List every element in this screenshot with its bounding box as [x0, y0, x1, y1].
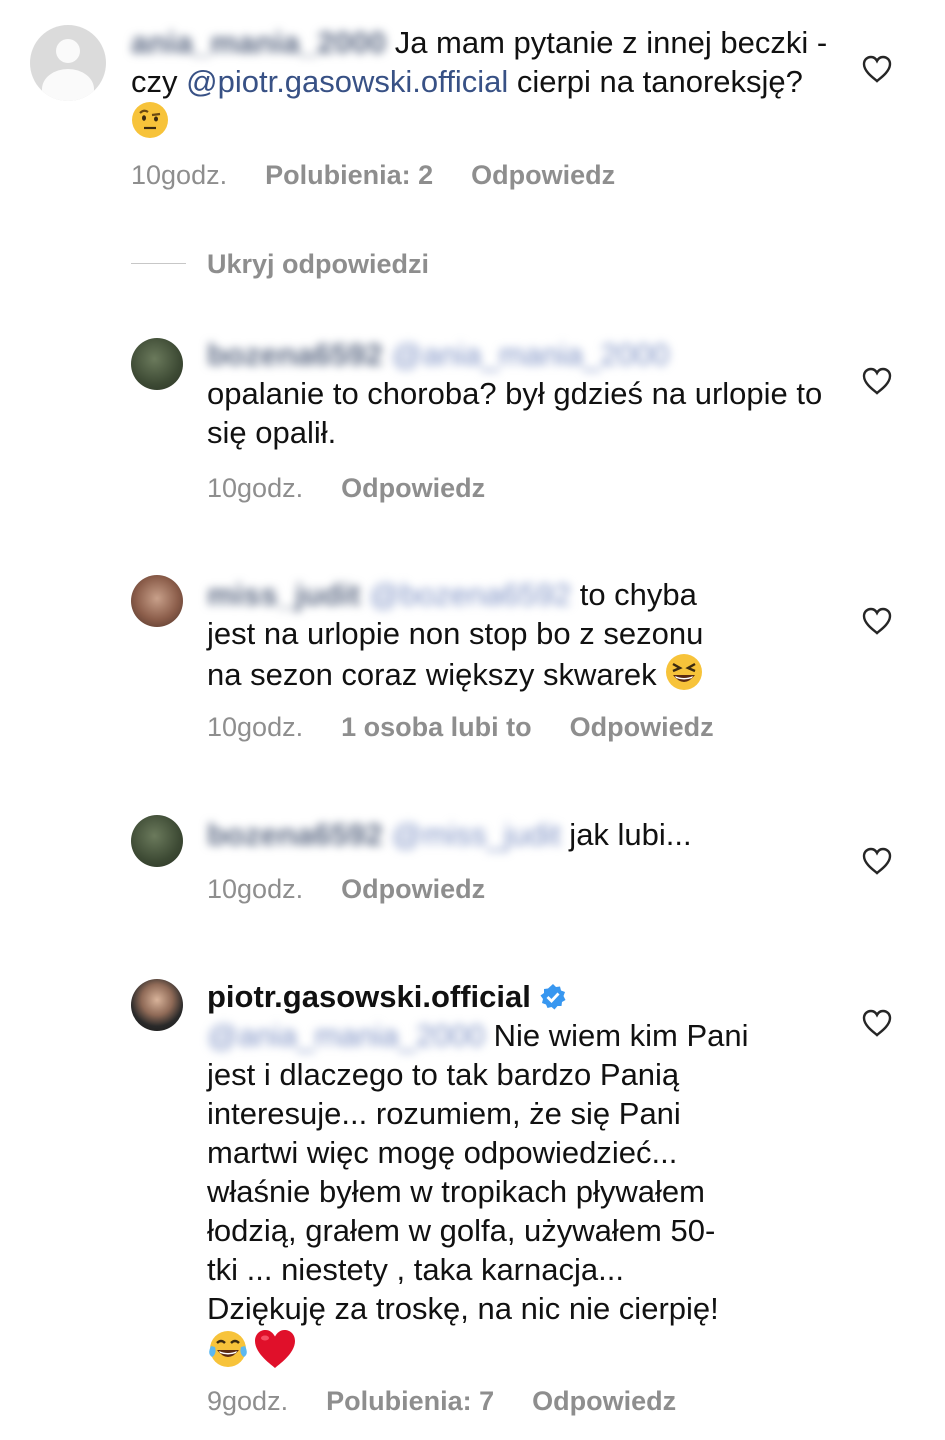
reply-4-line8: Dziękuję za troskę, na nic nie cierpię!: [207, 1291, 719, 1326]
reply-1-reply-button[interactable]: Odpowiedz: [341, 473, 485, 503]
reply-2-username[interactable]: miss_judit: [207, 577, 360, 612]
comment-1-time: 10godz.: [131, 160, 228, 190]
reply-4-line6: łodzią, grałem w golfa, używałem 50-: [207, 1213, 716, 1248]
reply-1-time: 10godz.: [207, 473, 304, 503]
reply-1-meta: 10godz. Odpowiedz: [207, 473, 523, 504]
reply-4-likes[interactable]: Polubienia: 7: [326, 1386, 494, 1416]
reply-2-reply-button[interactable]: Odpowiedz: [570, 712, 714, 742]
reply-4-line2: jest i dlaczego to tak bardzo Panią: [207, 1057, 680, 1092]
like-heart-icon[interactable]: [862, 847, 892, 875]
reply-2-time: 10godz.: [207, 712, 304, 742]
avatar[interactable]: [131, 338, 183, 390]
verified-badge-icon: [540, 984, 566, 1010]
raised-eyebrow-face-emoji: [132, 102, 168, 138]
reply-4-line3: interesuje... rozumiem, że się Pani: [207, 1096, 681, 1131]
tears-of-joy-emoji: [209, 1331, 247, 1367]
default-avatar[interactable]: [30, 25, 106, 101]
reply-4-username[interactable]: piotr.gasowski.official: [207, 979, 531, 1014]
comment-1-mention[interactable]: @piotr.gasowski.official: [186, 64, 508, 99]
comment-1-username[interactable]: ania_mania_2000: [131, 25, 386, 60]
avatar-head-shape: [56, 39, 80, 63]
reply-1-text: bozena6592 @ania_mania_2000 opalanie to …: [207, 335, 827, 452]
avatar[interactable]: [131, 815, 183, 867]
reply-4-meta: 9godz. Polubienia: 7 Odpowiedz: [207, 1386, 714, 1417]
reply-3-text: bozena6592 @miss_judit jak lubi...: [207, 815, 827, 854]
reply-3-time: 10godz.: [207, 874, 304, 904]
avatar[interactable]: [131, 575, 183, 627]
reply-2-mention[interactable]: @bozena6592: [369, 577, 571, 612]
reply-2-body-line1: to chyba: [571, 577, 697, 612]
hide-replies-divider: [131, 263, 186, 264]
reply-3-username[interactable]: bozena6592: [207, 817, 383, 852]
reply-4-reply-button[interactable]: Odpowiedz: [532, 1386, 676, 1416]
like-heart-icon[interactable]: [862, 1009, 892, 1037]
reply-1-body: opalanie to choroba? był gdzieś na urlop…: [207, 376, 823, 450]
comment-1-likes[interactable]: Polubienia: 2: [265, 160, 433, 190]
reply-2-likes[interactable]: 1 osoba lubi to: [341, 712, 532, 742]
reply-2-meta: 10godz. 1 osoba lubi to Odpowiedz: [207, 712, 752, 743]
reply-3-body: jak lubi...: [560, 817, 692, 852]
red-heart-emoji: [255, 1330, 295, 1368]
avatar[interactable]: [131, 979, 183, 1031]
hide-replies-button[interactable]: Ukryj odpowiedzi: [207, 249, 429, 280]
comment-1-reply-button[interactable]: Odpowiedz: [471, 160, 615, 190]
reply-2-body-line3: na sezon coraz większy skwarek: [207, 657, 666, 692]
reply-3-reply-button[interactable]: Odpowiedz: [341, 874, 485, 904]
avatar-shoulders-shape: [42, 69, 94, 101]
comment-1-body-end: cierpi na tanoreksję?: [508, 64, 803, 99]
reply-1-username[interactable]: bozena6592: [207, 337, 383, 372]
reply-4-line1: Nie wiem kim Pani: [484, 1018, 749, 1053]
like-heart-icon[interactable]: [862, 55, 892, 83]
reply-3-meta: 10godz. Odpowiedz: [207, 874, 523, 905]
reply-4-mention[interactable]: @ania_mania_2000: [207, 1018, 485, 1053]
reply-4-line5: właśnie byłem w tropikach pływałem: [207, 1174, 705, 1209]
like-heart-icon[interactable]: [862, 367, 892, 395]
reply-2-body-line2: jest na urlopie non stop bo z sezonu: [207, 616, 704, 651]
grinning-squinting-face-emoji: [666, 654, 703, 690]
reply-3-mention[interactable]: @miss_judit: [391, 817, 560, 852]
comment-1-meta: 10godz. Polubienia: 2 Odpowiedz: [131, 160, 653, 191]
reply-1-mention[interactable]: @ania_mania_2000: [391, 337, 669, 372]
like-heart-icon[interactable]: [862, 607, 892, 635]
reply-4-line7: tki ... niestety , taka karnacja...: [207, 1252, 624, 1287]
reply-4-line4: martwi więc mogę odpowiedzieć...: [207, 1135, 678, 1170]
reply-2-text: miss_judit @bozena6592 to chyba jest na …: [207, 575, 827, 694]
reply-4-time: 9godz.: [207, 1386, 289, 1416]
reply-4-text: piotr.gasowski.official @ania_mania_2000…: [207, 977, 827, 1371]
comment-1-text: ania_mania_2000 Ja mam pytanie z innej b…: [131, 23, 831, 142]
